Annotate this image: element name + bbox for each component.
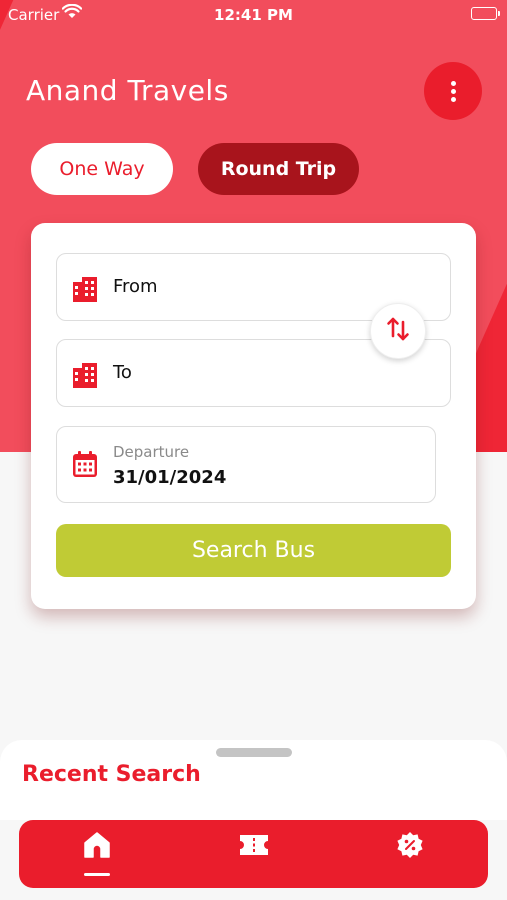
more-options-button[interactable] (424, 62, 482, 120)
to-label: To (113, 362, 132, 383)
building-icon (70, 360, 100, 390)
nav-offers[interactable] (385, 830, 435, 878)
departure-label: Departure (113, 443, 190, 461)
app-title: Anand Travels (26, 74, 229, 107)
recent-search-sheet: Recent Search (0, 740, 507, 820)
home-icon (82, 830, 112, 864)
departure-field[interactable]: Departure 31/01/2024 (56, 426, 436, 503)
nav-home[interactable] (72, 830, 122, 878)
calendar-icon (70, 449, 100, 479)
tab-round-trip[interactable]: Round Trip (198, 143, 359, 195)
tab-one-way[interactable]: One Way (31, 143, 173, 195)
search-card: From To Departure 31/01/2024 Search Bus (31, 223, 476, 609)
menu-dot (450, 88, 456, 94)
sheet-drag-handle[interactable] (216, 748, 292, 757)
ticket-icon (236, 830, 272, 864)
swap-vertical-icon (386, 316, 410, 346)
bottom-nav (19, 820, 488, 888)
status-bar: Carrier 12:41 PM (0, 0, 507, 30)
search-bus-button[interactable]: Search Bus (56, 524, 451, 577)
swap-button[interactable] (370, 303, 426, 359)
offer-icon (395, 830, 425, 864)
from-label: From (113, 276, 158, 297)
menu-dot (450, 96, 456, 102)
more-vertical-icon (450, 80, 456, 86)
departure-date: 31/01/2024 (113, 467, 227, 488)
clock: 12:41 PM (214, 6, 293, 24)
nav-tickets[interactable] (229, 830, 279, 878)
battery-icon (471, 7, 500, 20)
building-icon (70, 274, 100, 304)
recent-search-title: Recent Search (22, 762, 201, 787)
nav-active-indicator (84, 873, 110, 876)
